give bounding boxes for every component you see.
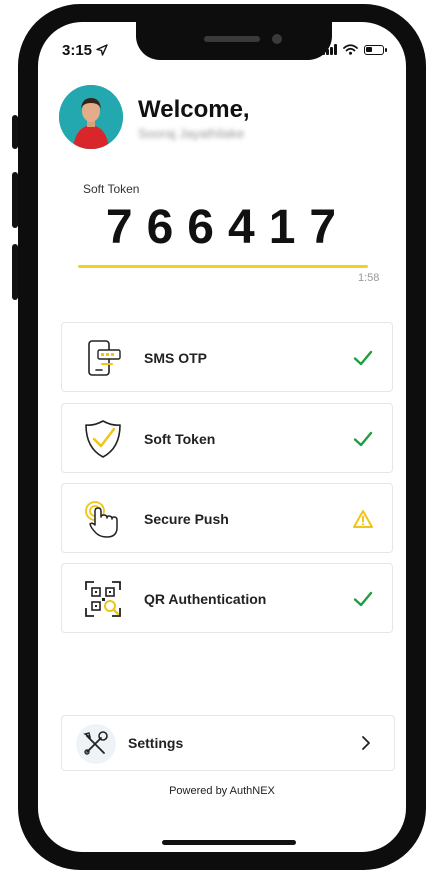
tap-hand-icon	[85, 501, 118, 538]
phone-frame: 3:15 Welcome, Sooraj Jayathilake Soft To…	[18, 4, 426, 870]
camera	[272, 34, 282, 44]
username: Sooraj Jayathilake	[138, 126, 245, 141]
check-icon	[353, 431, 373, 447]
battery-icon	[364, 44, 387, 55]
sms-phone-icon	[88, 340, 121, 376]
status-time-text: 3:15	[62, 42, 93, 59]
warning-icon	[353, 510, 373, 528]
notch	[136, 22, 332, 60]
method-label: QR Authentication	[144, 591, 267, 607]
check-icon	[353, 591, 373, 607]
wifi-icon	[343, 44, 358, 55]
powered-by-footer: Powered by AuthNEX	[169, 785, 275, 797]
settings-button[interactable]: Settings	[61, 715, 395, 771]
method-card-soft-token[interactable]: Soft Token	[61, 403, 393, 473]
tools-icon	[83, 731, 108, 755]
token-code: 766417	[105, 201, 351, 254]
method-card-qr-authentication[interactable]: QR Authentication	[61, 563, 393, 633]
status-icons	[322, 44, 387, 55]
location-arrow-icon	[96, 44, 108, 56]
qr-scan-icon	[85, 581, 121, 617]
method-card-secure-push[interactable]: Secure Push	[61, 483, 393, 553]
method-card-sms-otp[interactable]: SMS OTP	[61, 322, 393, 392]
speaker	[204, 36, 260, 42]
settings-icon-badge	[76, 724, 116, 764]
cellular-signal-icon	[322, 44, 337, 55]
home-indicator[interactable]	[162, 840, 296, 845]
token-progress-bar	[78, 265, 368, 268]
check-icon	[353, 350, 373, 366]
method-label: SMS OTP	[144, 350, 208, 366]
welcome-heading: Welcome,	[138, 96, 250, 123]
app-screen: 3:15 Welcome, Sooraj Jayathilake Soft To…	[38, 22, 406, 852]
chevron-right-icon	[362, 736, 370, 750]
shield-check-icon	[85, 420, 121, 458]
avatar[interactable]	[59, 85, 123, 149]
method-label: Secure Push	[144, 511, 229, 527]
settings-label: Settings	[128, 735, 184, 751]
user-photo-icon	[59, 85, 123, 149]
method-label: Soft Token	[144, 431, 216, 447]
status-time: 3:15	[62, 42, 108, 59]
token-timer: 1:58	[358, 272, 380, 284]
token-label: Soft Token	[83, 182, 140, 196]
